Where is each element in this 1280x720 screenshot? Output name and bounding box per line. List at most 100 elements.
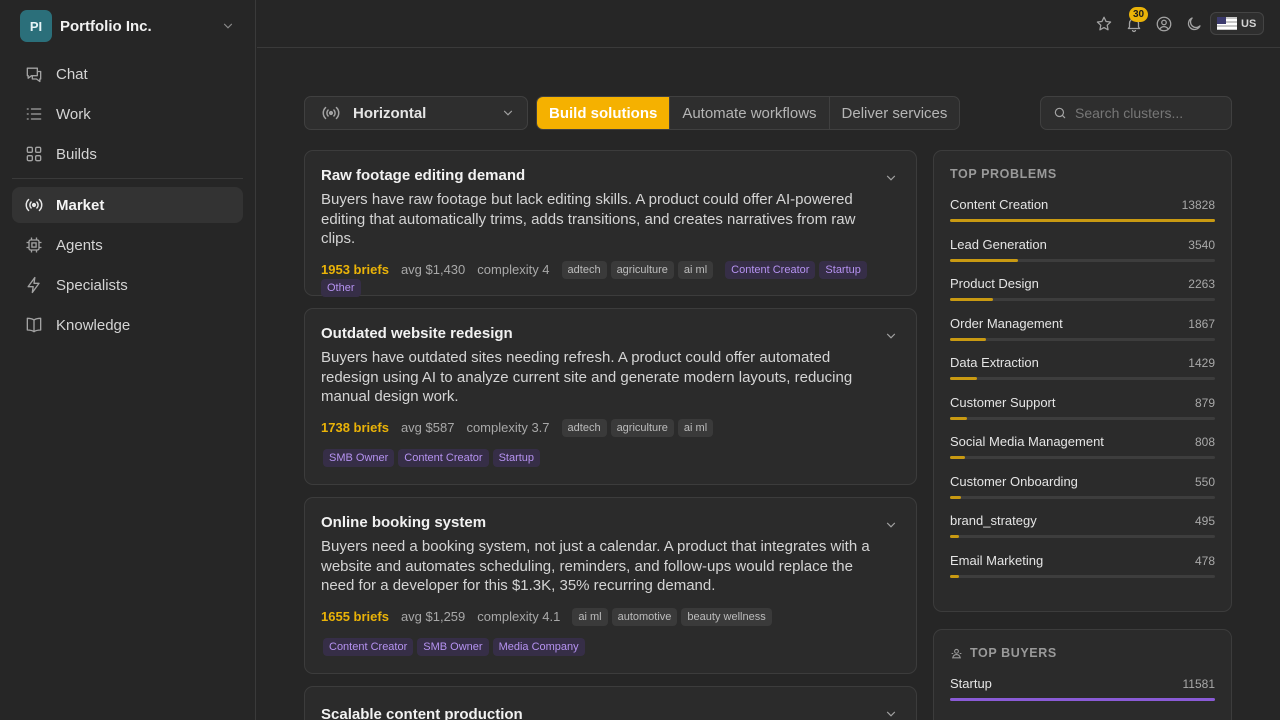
tab-deliver-services[interactable]: Deliver services	[828, 97, 960, 129]
card-meta: 1655 briefs avg $1,259 complexity 4.1 ai…	[321, 607, 900, 626]
segment-tag: Media Company	[492, 637, 585, 656]
segment-row: SMB Owner Content Creator Startup	[323, 448, 900, 467]
industry-tag: adtech	[561, 418, 607, 437]
problems-list: Content Creation 13828 Lead Generation 3540…	[950, 198, 1215, 578]
star-icon[interactable]	[1095, 15, 1113, 33]
segment-tag: Startup	[492, 448, 541, 467]
org-name: Portfolio Inc.	[60, 17, 152, 35]
card-meta: 1953 briefs avg $1,430 complexity 4 adte…	[321, 260, 900, 297]
ranking-bar-track	[950, 535, 1215, 538]
sidebar-item-label: Chat	[56, 65, 88, 83]
briefs-count: 1655 briefs	[321, 609, 389, 625]
ranking-row: Lead Generation 3540	[950, 236, 1215, 252]
panel-title: TOP BUYERS	[950, 646, 1215, 660]
org-switcher[interactable]: PI Portfolio Inc.	[0, 0, 255, 52]
ranking-count: 550	[1194, 474, 1215, 489]
sidebar-item-market[interactable]: Market	[12, 187, 243, 223]
cluster-card[interactable]: Online booking system Buyers need a book…	[304, 497, 917, 674]
ranking-row: Customer Onboarding 550	[950, 473, 1215, 489]
chevron-down-icon[interactable]	[884, 707, 898, 720]
moon-icon[interactable]	[1185, 15, 1203, 33]
ranking-name: Customer Onboarding	[950, 473, 1078, 489]
ranking-name: Startup	[950, 676, 992, 691]
card-title: Raw footage editing demand	[321, 167, 526, 184]
segment-tag: Content Creator	[398, 448, 489, 467]
ranking-row: Content Creation 13828	[950, 198, 1215, 213]
ranking-item[interactable]: brand_strategy 495	[950, 514, 1215, 538]
ranking-count: 1867	[1188, 316, 1215, 331]
ranking-count: 1429	[1188, 356, 1215, 370]
ranking-bar-track	[950, 298, 1215, 301]
panel-title: TOP PROBLEMS	[950, 167, 1057, 181]
cluster-card[interactable]: Raw footage editing demand Buyers have r…	[304, 150, 917, 297]
avg-price: avg $1,259	[400, 609, 466, 625]
ranking-bar-track	[950, 416, 1215, 420]
ranking-item[interactable]: Email Marketing 478	[950, 553, 1215, 578]
cluster-card[interactable]: Outdated website redesign Buyers have ou…	[304, 308, 917, 485]
card-meta: 1738 briefs avg $587 complexity 3.7 adte…	[321, 418, 900, 437]
topbar: 30 US	[257, 0, 1280, 48]
sidebar-item-label: Agents	[56, 236, 103, 254]
industry-tag: ai ml	[677, 260, 714, 279]
sidebar-item-chat[interactable]: Chat	[12, 56, 243, 92]
complexity: complexity 4.1	[477, 609, 561, 625]
industry-tag: beauty wellness	[681, 607, 772, 626]
tab-automate-workflows[interactable]: Automate workflows	[669, 97, 828, 129]
chevron-down-icon[interactable]	[884, 171, 898, 185]
ranking-item[interactable]: Lead Generation 3540	[950, 236, 1215, 262]
ranking-row: Data Extraction 1429	[950, 356, 1215, 371]
tab-build-solutions[interactable]: Build solutions	[537, 97, 670, 129]
ranking-name: Lead Generation	[950, 236, 1047, 252]
ranking-row: Order Management 1867	[950, 316, 1215, 331]
locale-switcher[interactable]: US	[1210, 12, 1264, 35]
ranking-item[interactable]: Product Design 2263	[950, 277, 1215, 301]
ranking-name: Social Media Management	[950, 434, 1104, 449]
ranking-item[interactable]: Customer Support 879	[950, 395, 1215, 420]
industry-tag: ai ml	[572, 607, 608, 626]
ranking-bar-track	[950, 495, 1215, 499]
ranking-item[interactable]: Order Management 1867	[950, 316, 1215, 341]
card-description: Buyers have outdated sites needing refre…	[321, 349, 853, 406]
search-input[interactable]	[1075, 105, 1215, 121]
ranking-item[interactable]: Social Media Management 808	[950, 435, 1215, 459]
segment-tag: Other	[321, 278, 361, 297]
org-avatar: PI	[20, 10, 52, 42]
ranking-row: brand_strategy 495	[950, 514, 1215, 529]
ranking-name: Product Design	[950, 276, 1039, 291]
sidebar-item-knowledge[interactable]: Knowledge	[12, 307, 243, 343]
ranking-count: 3540	[1188, 237, 1215, 252]
sidebar-item-label: Specialists	[56, 276, 128, 294]
ranking-bar-fill	[950, 219, 1215, 222]
sidebar-item-work[interactable]: Work	[12, 96, 243, 132]
sidebar-item-label: Work	[56, 105, 91, 123]
ranking-bar-fill	[950, 258, 1018, 262]
complexity: complexity 4	[477, 262, 550, 278]
cluster-card[interactable]: Scalable content production	[304, 686, 917, 720]
chat-icon	[26, 67, 42, 83]
avg-price: avg $1,430	[400, 262, 466, 278]
segment-tag: Content Creator	[725, 260, 816, 279]
industry-tag: adtech	[561, 260, 607, 279]
card-title: Scalable content production	[321, 706, 523, 720]
segment-row: Content Creator SMB Owner Media Company	[323, 637, 900, 656]
ranking-item[interactable]: Content Creation 13828	[950, 198, 1215, 222]
ranking-bar-track	[950, 574, 1215, 578]
chevron-down-icon[interactable]	[884, 329, 898, 343]
user-circle-icon[interactable]	[1155, 15, 1173, 33]
ranking-bar-track	[950, 219, 1215, 222]
avg-price: avg $587	[400, 420, 455, 436]
segment-tag: SMB Owner	[417, 637, 489, 656]
ranking-item[interactable]: Startup 11581	[950, 677, 1215, 701]
ranking-item[interactable]: Customer Onboarding 550	[950, 473, 1215, 499]
ranking-item[interactable]: Data Extraction 1429	[950, 356, 1215, 380]
ranking-count: 879	[1194, 395, 1215, 410]
sidebar-item-specialists[interactable]: Specialists	[12, 267, 243, 303]
briefs-count: 1738 briefs	[321, 420, 389, 436]
ranking-bar-track	[950, 377, 1215, 380]
ranking-bar-fill	[950, 574, 960, 578]
sidebar-item-builds[interactable]: Builds	[12, 136, 243, 172]
sidebar-item-agents[interactable]: Agents	[12, 227, 243, 263]
market-type-select[interactable]: Horizontal	[304, 96, 528, 130]
chevron-down-icon[interactable]	[884, 518, 898, 532]
notification-badge: 30	[1129, 7, 1149, 22]
